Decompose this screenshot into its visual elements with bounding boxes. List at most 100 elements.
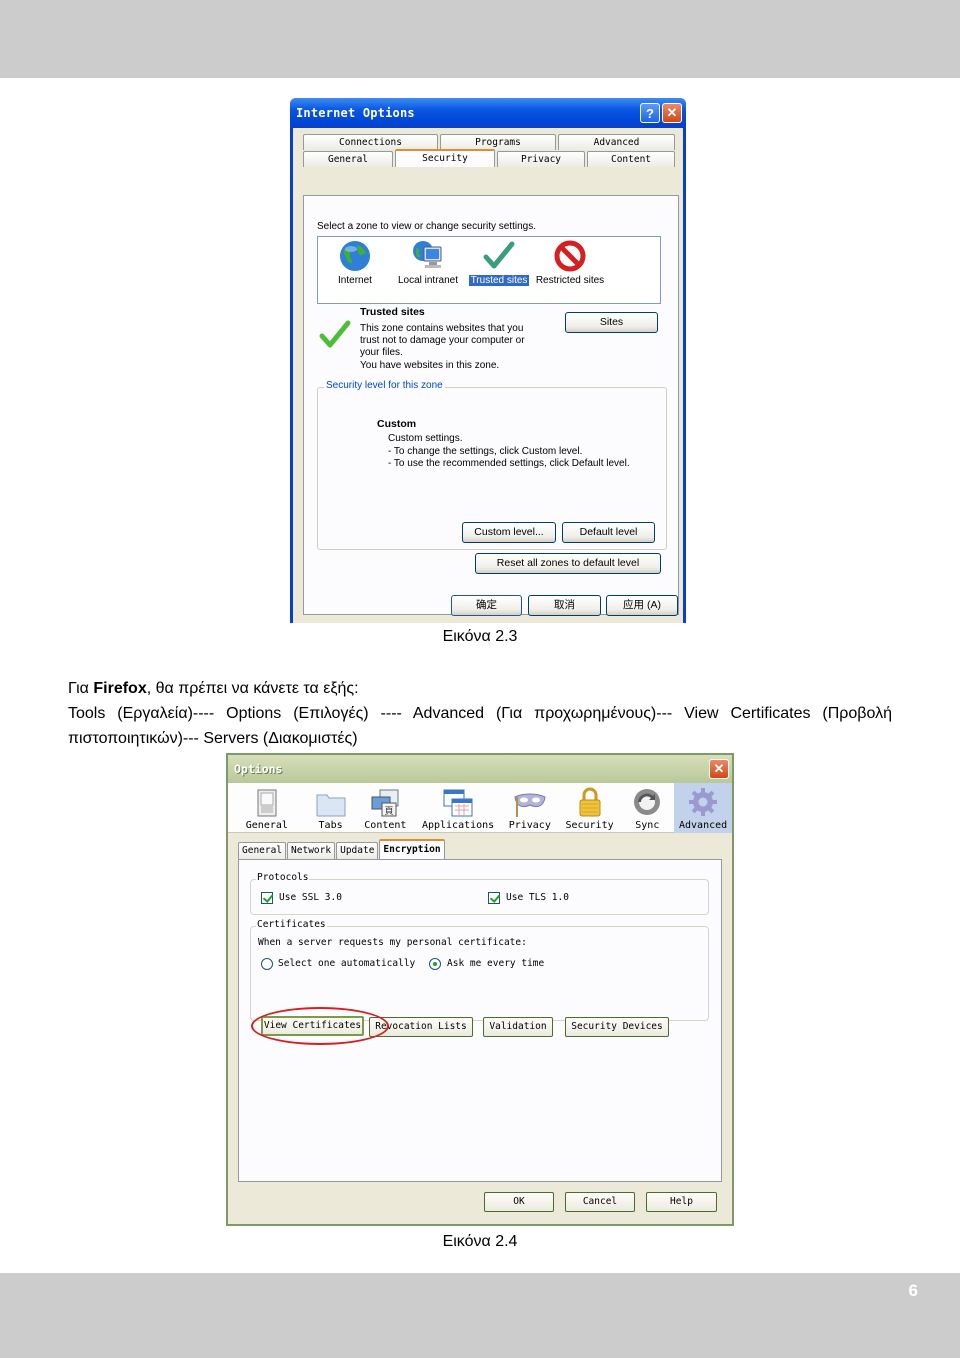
figure-caption: Εικόνα 2.4 [442, 1233, 518, 1250]
subtab-network[interactable]: Network [287, 842, 336, 859]
zone-description: your files. [360, 347, 403, 358]
firefox-keyword: Firefox [93, 680, 147, 697]
pane-sync[interactable]: Sync [620, 783, 674, 833]
cancel-button[interactable]: 取消 [528, 595, 601, 616]
zone-label: Trusted sites [468, 275, 530, 286]
svg-text:頁: 頁 [385, 806, 394, 817]
tab-content[interactable]: Content [587, 151, 675, 167]
cancel-button[interactable]: Cancel [565, 1192, 635, 1212]
dialog-title: Options [234, 762, 283, 776]
security-devices-button[interactable]: Security Devices [565, 1017, 669, 1037]
zone-description: You have websites in this zone. [360, 360, 500, 371]
page-number: 6 [908, 1281, 918, 1300]
tab-general[interactable]: General [303, 151, 393, 167]
instruction-paragraph: Για Firefox, θα πρέπει να κάνετε τα εξής… [68, 676, 892, 751]
zone-trusted-sites[interactable]: Trusted sites [459, 239, 539, 286]
padlock-icon [579, 787, 601, 817]
steps-line: πιστοποιητικών)--- Servers (Διακομιστές) [68, 730, 358, 747]
gear-icon [689, 788, 718, 816]
default-level-button[interactable]: Default level [562, 522, 655, 543]
pane-content[interactable]: 頁 Content [355, 783, 415, 833]
subtab-update[interactable]: Update [336, 842, 379, 859]
sync-icon [634, 789, 661, 815]
internet-options-dialog: Internet Options ? ✕ Connections Program… [290, 98, 686, 623]
pane-general[interactable]: General [228, 783, 306, 833]
tab-programs[interactable]: Programs [440, 134, 556, 150]
ok-button[interactable]: 确定 [451, 595, 522, 616]
level-description: Custom settings. [388, 433, 463, 444]
pane-applications[interactable]: Applications [415, 783, 501, 833]
pane-advanced[interactable]: Advanced [674, 783, 732, 833]
zone-local-intranet[interactable]: Local intranet [388, 239, 468, 286]
pane-label: Security [565, 820, 614, 831]
help-button[interactable]: ? [640, 103, 660, 123]
zone-prompt: Select a zone to view or change security… [317, 221, 537, 232]
use-ssl-label: Use SSL 3.0 [279, 892, 342, 903]
subtab-encryption[interactable]: Encryption [379, 839, 445, 859]
tab-connections[interactable]: Connections [303, 134, 438, 150]
security-panel: Select a zone to view or change security… [303, 195, 679, 615]
folder-tabs-icon [316, 794, 346, 817]
title-bar[interactable]: Internet Options ? ✕ [290, 98, 686, 128]
restricted-icon [554, 240, 586, 272]
zone-restricted-sites[interactable]: Restricted sites [530, 239, 610, 287]
pane-label: Sync [635, 820, 660, 831]
mask-icon [514, 793, 546, 817]
encryption-panel: Protocols Use SSL 3.0 Use TLS 1.0 Certif… [238, 859, 722, 1182]
tab-privacy[interactable]: Privacy [497, 151, 585, 167]
pane-label: General [245, 820, 288, 831]
group-label: Certificates [256, 919, 327, 930]
intro-text: , θα πρέπει να κάνετε τα εξής: [146, 680, 359, 697]
pane-label: Tabs [318, 820, 343, 831]
switch-icon [257, 789, 277, 817]
pane-label: Content [364, 820, 407, 831]
pane-security[interactable]: Security [559, 783, 621, 833]
pane-label: Advanced [679, 820, 728, 831]
validation-button[interactable]: Validation [483, 1017, 553, 1037]
firefox-options-dialog: Options ✕ General Tabs 頁 Content Applica… [226, 753, 734, 1226]
group-label: Protocols [256, 872, 310, 883]
select-automatically-radio[interactable] [261, 958, 273, 970]
intro-line: Για Firefox, θα πρέπει να κάνετε τα εξής… [68, 676, 892, 701]
zone-description: trust not to damage your computer or [360, 335, 525, 346]
dialog-title: Internet Options [296, 106, 415, 120]
help-button[interactable]: Help [646, 1192, 717, 1212]
sites-button[interactable]: Sites [565, 312, 658, 333]
group-label: Security level for this zone [324, 380, 445, 391]
tab-security[interactable]: Security [395, 149, 495, 167]
title-bar[interactable]: Options ✕ [228, 755, 732, 783]
globe-icon [340, 241, 370, 271]
level-description: - To use the recommended settings, click… [388, 458, 630, 469]
checkmark-icon [483, 241, 515, 269]
custom-level-button[interactable]: Custom level... [462, 522, 556, 543]
pane-tabs[interactable]: Tabs [306, 783, 356, 833]
options-pane-toolbar: General Tabs 頁 Content Applications Priv… [228, 783, 732, 833]
pane-label: Privacy [508, 820, 551, 831]
level-title: Custom [377, 418, 417, 430]
zone-title: Trusted sites [360, 306, 425, 318]
tab-row-front: General Security Privacy Content [303, 149, 677, 167]
protocols-group: Protocols Use SSL 3.0 Use TLS 1.0 [250, 872, 709, 915]
tab-row-back: Connections Programs Advanced [303, 134, 677, 150]
use-ssl-checkbox[interactable] [261, 892, 273, 904]
use-tls-checkbox[interactable] [488, 892, 500, 904]
advanced-subtabs: General Network Update Encryption [238, 839, 446, 859]
zone-internet[interactable]: Internet [315, 239, 395, 286]
intranet-icon [413, 241, 442, 268]
pane-label: Applications [421, 820, 495, 831]
reset-all-zones-button[interactable]: Reset all zones to default level [475, 553, 661, 574]
zone-description: This zone contains websites that you [360, 323, 524, 334]
close-button[interactable]: ✕ [662, 103, 682, 123]
level-description: - To change the settings, click Custom l… [388, 446, 583, 457]
steps-line: Tools (Εργαλεία)---- Options (Επιλογές) … [68, 705, 892, 722]
pane-privacy[interactable]: Privacy [501, 783, 559, 833]
apply-button[interactable]: 应用 (A) [606, 595, 678, 616]
close-button[interactable]: ✕ [709, 759, 729, 779]
ask-every-time-radio[interactable] [429, 958, 441, 970]
zone-list: Internet Local intranet Trusted sites Re… [317, 236, 661, 304]
tab-advanced[interactable]: Advanced [558, 134, 675, 150]
certificate-prompt: When a server requests my personal certi… [258, 937, 527, 948]
ok-button[interactable]: OK [484, 1192, 554, 1212]
select-automatically-label: Select one automatically [278, 958, 416, 969]
subtab-general[interactable]: General [238, 842, 287, 859]
